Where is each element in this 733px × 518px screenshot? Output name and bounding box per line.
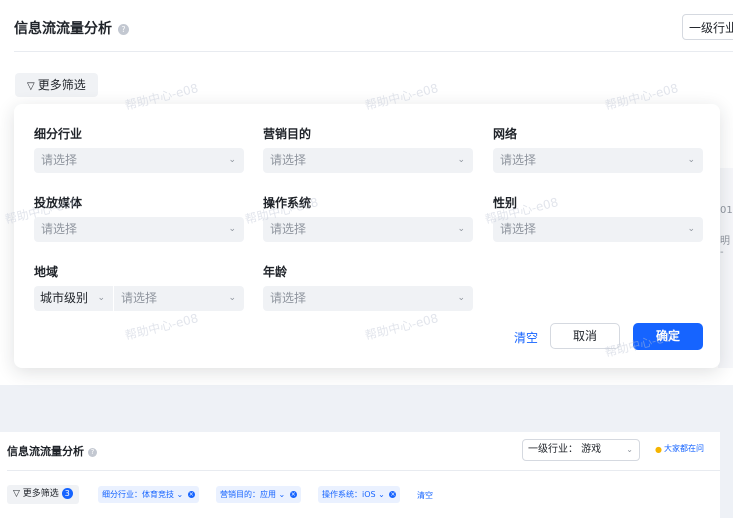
network-placeholder: 请选择: [500, 153, 537, 167]
preview-industry-select[interactable]: 一级行业： 游戏 ⌄: [522, 439, 640, 461]
background-table-edge: 01- 明 -: [718, 168, 733, 368]
preview-more-filters-button[interactable]: ▽ 更多筛选 3: [7, 485, 79, 504]
chevron-down-icon: ⌄: [278, 490, 286, 499]
filter-chip-sub-industry[interactable]: 细分行业：体育竞技 ⌄ ×: [98, 486, 199, 503]
marketing-goal-label: 营销目的: [263, 127, 312, 141]
preview-more-filters-label: 更多筛选: [22, 489, 59, 499]
lightbulb-icon: ●: [655, 445, 662, 454]
age-label: 年龄: [263, 265, 288, 279]
chevron-down-icon: ⌄: [97, 293, 105, 303]
age-select[interactable]: 请选择 ⌄: [263, 286, 473, 311]
industry-select[interactable]: 一级行业: [682, 14, 733, 40]
chevron-down-icon: ⌄: [378, 490, 385, 499]
gender-label: 性别: [493, 196, 518, 210]
faq-link[interactable]: 大家都在问: [664, 443, 704, 454]
region-placeholder: 请选择: [121, 291, 158, 305]
preview-divider: [7, 470, 720, 471]
chevron-down-icon: ⌄: [457, 224, 465, 234]
chevron-down-icon: ⌄: [687, 224, 695, 234]
gender-placeholder: 请选择: [500, 222, 537, 236]
filter-chip-marketing-goal[interactable]: 营销目的：应用 ⌄ ×: [216, 486, 301, 503]
sub-industry-select[interactable]: 请选择 ⌄: [34, 148, 244, 173]
marketing-goal-placeholder: 请选择: [270, 153, 307, 167]
chip-label: 操作系统：iOS: [322, 490, 376, 499]
media-placeholder: 请选择: [41, 222, 78, 236]
clear-button[interactable]: 清空: [514, 326, 538, 350]
region-label: 地域: [34, 265, 59, 279]
chevron-down-icon: ⌄: [228, 155, 236, 165]
preview-title-text: 信息流流量分析: [7, 445, 84, 458]
close-icon[interactable]: ×: [389, 491, 397, 498]
region-level-select[interactable]: 城市级别 ⌄: [34, 286, 113, 311]
filter-panel: 细分行业 请选择 ⌄ 营销目的 请选择 ⌄ 网络 请选择 ⌄ 投放媒体 请选择 …: [14, 104, 720, 368]
more-filters-button[interactable]: ▽ 更多筛选: [15, 73, 98, 97]
filter-funnel-icon: ▽: [13, 489, 20, 499]
preview-title: 信息流流量分析?: [7, 443, 97, 459]
side-strip-text-bottom: 明 -: [720, 236, 730, 258]
sub-industry-label: 细分行业: [34, 127, 83, 141]
help-icon[interactable]: ?: [88, 447, 97, 457]
help-icon[interactable]: ?: [118, 23, 129, 35]
cancel-button[interactable]: 取消: [550, 323, 620, 349]
network-label: 网络: [493, 127, 518, 141]
media-select[interactable]: 请选择 ⌄: [34, 217, 244, 242]
media-label: 投放媒体: [34, 196, 83, 210]
confirm-button[interactable]: 确定: [633, 323, 703, 350]
marketing-goal-select[interactable]: 请选择 ⌄: [263, 148, 473, 173]
chip-label: 营销目的：应用: [220, 490, 276, 499]
chevron-down-icon: ⌄: [228, 293, 236, 303]
chevron-down-icon: ⌄: [457, 155, 465, 165]
close-icon[interactable]: ×: [187, 491, 195, 498]
os-placeholder: 请选择: [270, 222, 307, 236]
page-title: 信息流流量分析?: [14, 18, 129, 38]
preview-industry-value: 一级行业： 游戏: [528, 444, 602, 455]
chevron-down-icon: ⌄: [228, 224, 236, 234]
more-filters-label: 更多筛选: [37, 78, 86, 92]
header-divider: [14, 51, 733, 52]
filter-chip-os[interactable]: 操作系统：iOS ⌄ ×: [318, 486, 401, 503]
age-placeholder: 请选择: [270, 291, 307, 305]
os-select[interactable]: 请选择 ⌄: [263, 217, 473, 242]
page-title-text: 信息流流量分析: [14, 21, 112, 37]
sub-industry-placeholder: 请选择: [41, 153, 78, 167]
network-select[interactable]: 请选择 ⌄: [493, 148, 703, 173]
preview-clear-button[interactable]: 清空: [417, 487, 433, 504]
close-icon[interactable]: ×: [289, 491, 297, 498]
chevron-down-icon: ⌄: [626, 445, 633, 454]
region-select[interactable]: 请选择 ⌄: [114, 286, 244, 311]
chip-label: 细分行业：体育竞技: [102, 490, 174, 499]
chevron-down-icon: ⌄: [176, 490, 184, 499]
filter-funnel-icon: ▽: [27, 81, 35, 92]
chevron-down-icon: ⌄: [457, 293, 465, 303]
side-strip-text-top: 01-: [720, 205, 733, 216]
gender-select[interactable]: 请选择 ⌄: [493, 217, 703, 242]
chevron-down-icon: ⌄: [687, 155, 695, 165]
filter-count-badge: 3: [61, 488, 73, 499]
os-label: 操作系统: [263, 196, 312, 210]
preview-card: 信息流流量分析? 一级行业： 游戏 ⌄ ● 大家都在问 ▽ 更多筛选 3 细分行业…: [0, 432, 720, 518]
region-level-value: 城市级别: [40, 291, 89, 305]
